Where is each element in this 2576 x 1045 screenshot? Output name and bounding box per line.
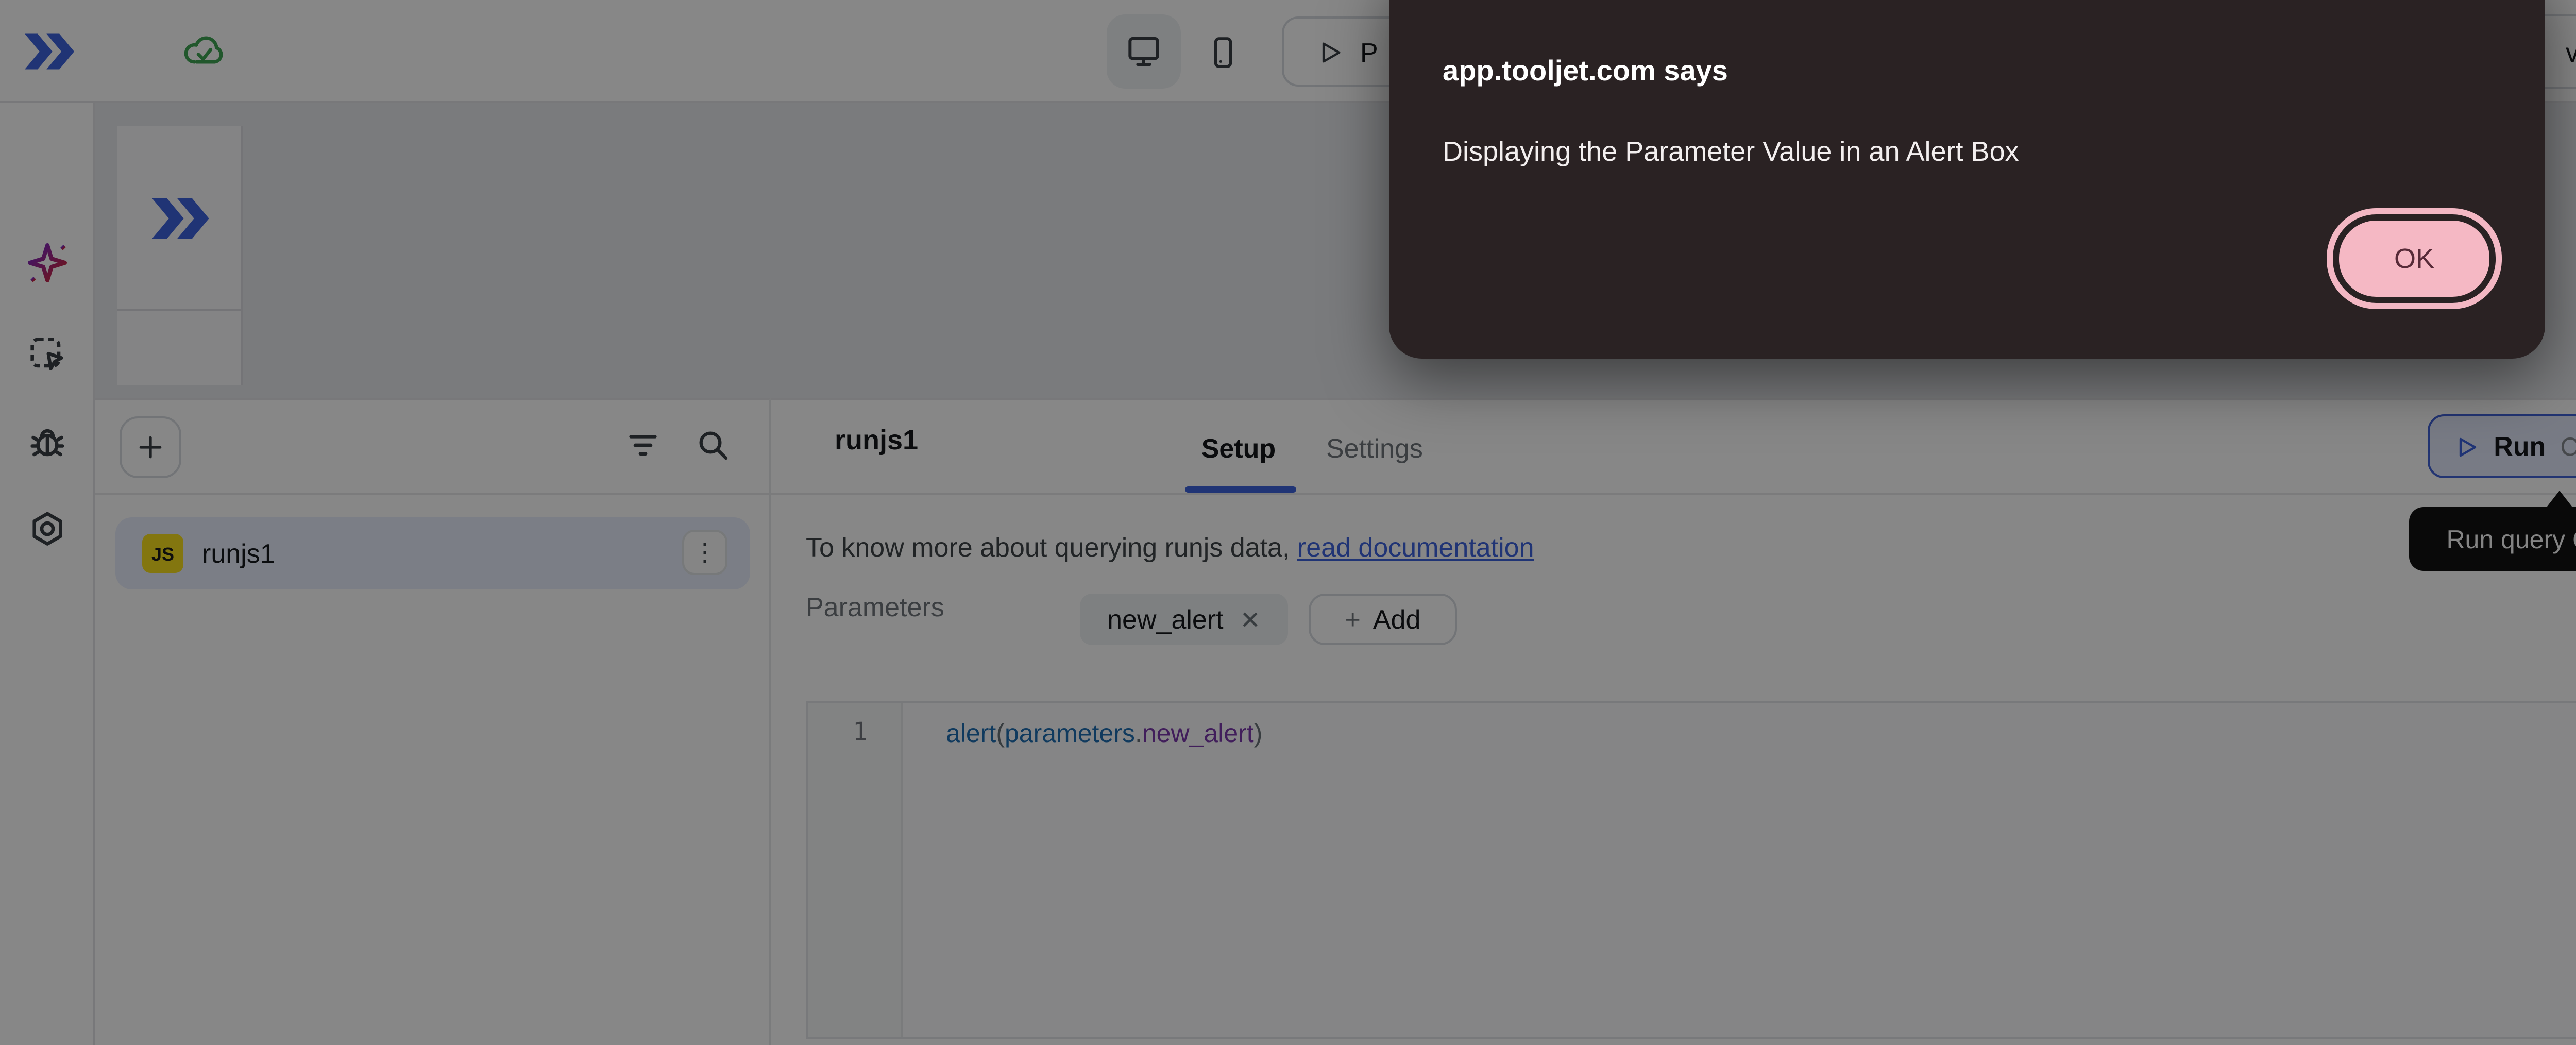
browser-alert-dialog: app.tooljet.com says Displaying the Para… [1389, 0, 2545, 359]
tooljet-app-builder: P v1 Development [0, 0, 2576, 1045]
alert-dialog-message: Displaying the Parameter Value in an Ale… [1443, 136, 2019, 167]
alert-dialog-title: app.tooljet.com says [1443, 54, 1728, 87]
alert-ok-button[interactable]: OK [2339, 221, 2489, 297]
